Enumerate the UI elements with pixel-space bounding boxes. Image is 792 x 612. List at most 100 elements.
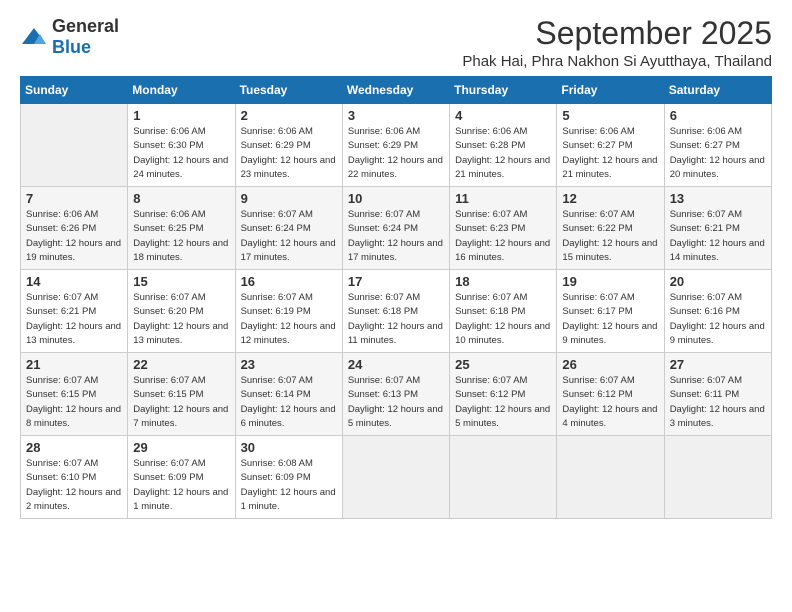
day-info: Sunrise: 6:07 AMSunset: 6:18 PMDaylight:… <box>455 291 551 348</box>
calendar-day-cell: 28 Sunrise: 6:07 AMSunset: 6:10 PMDayligh… <box>21 436 128 519</box>
day-info: Sunrise: 6:06 AMSunset: 6:30 PMDaylight:… <box>133 125 229 182</box>
day-info: Sunrise: 6:06 AMSunset: 6:27 PMDaylight:… <box>670 125 766 182</box>
day-number: 11 <box>455 191 551 206</box>
calendar-day-cell: 22 Sunrise: 6:07 AMSunset: 6:15 PMDayligh… <box>128 353 235 436</box>
calendar-day-cell: 3 Sunrise: 6:06 AMSunset: 6:29 PMDaylight… <box>342 104 449 187</box>
day-info: Sunrise: 6:07 AMSunset: 6:15 PMDaylight:… <box>26 374 122 431</box>
weekday-header-cell: Thursday <box>450 77 557 104</box>
weekday-header-cell: Wednesday <box>342 77 449 104</box>
calendar-day-cell: 9 Sunrise: 6:07 AMSunset: 6:24 PMDaylight… <box>235 187 342 270</box>
logo-text-general: General <box>52 16 119 36</box>
day-info: Sunrise: 6:06 AMSunset: 6:26 PMDaylight:… <box>26 208 122 265</box>
day-info: Sunrise: 6:07 AMSunset: 6:15 PMDaylight:… <box>133 374 229 431</box>
calendar-day-cell: 15 Sunrise: 6:07 AMSunset: 6:20 PMDayligh… <box>128 270 235 353</box>
weekday-header-cell: Tuesday <box>235 77 342 104</box>
day-info: Sunrise: 6:07 AMSunset: 6:13 PMDaylight:… <box>348 374 444 431</box>
day-info: Sunrise: 6:07 AMSunset: 6:11 PMDaylight:… <box>670 374 766 431</box>
day-number: 24 <box>348 357 444 372</box>
day-info: Sunrise: 6:07 AMSunset: 6:17 PMDaylight:… <box>562 291 658 348</box>
calendar-day-cell: 7 Sunrise: 6:06 AMSunset: 6:26 PMDaylight… <box>21 187 128 270</box>
calendar-day-cell: 26 Sunrise: 6:07 AMSunset: 6:12 PMDayligh… <box>557 353 664 436</box>
day-number: 3 <box>348 108 444 123</box>
day-number: 2 <box>241 108 337 123</box>
calendar-day-cell: 11 Sunrise: 6:07 AMSunset: 6:23 PMDayligh… <box>450 187 557 270</box>
calendar-day-cell: 4 Sunrise: 6:06 AMSunset: 6:28 PMDaylight… <box>450 104 557 187</box>
weekday-header-row: SundayMondayTuesdayWednesdayThursdayFrid… <box>21 77 772 104</box>
day-info: Sunrise: 6:07 AMSunset: 6:24 PMDaylight:… <box>241 208 337 265</box>
calendar-day-cell: 29Sunrise: 6:07 AMSunset: 6:09 PMDayligh… <box>128 436 235 519</box>
day-number: 16 <box>241 274 337 289</box>
page-header: General Blue September 2025 Phak Hai, Ph… <box>20 16 772 70</box>
day-info: Sunrise: 6:07 AMSunset: 6:20 PMDaylight:… <box>133 291 229 348</box>
calendar-day-cell: 16Sunrise: 6:07 AMSunset: 6:19 PMDayligh… <box>235 270 342 353</box>
day-number: 7 <box>26 191 122 206</box>
calendar-day-cell: 30Sunrise: 6:08 AMSunset: 6:09 PMDayligh… <box>235 436 342 519</box>
day-info: Sunrise: 6:07 AMSunset: 6:22 PMDaylight:… <box>562 208 658 265</box>
day-number: 22 <box>133 357 229 372</box>
calendar-day-cell: 6 Sunrise: 6:06 AMSunset: 6:27 PMDaylight… <box>664 104 771 187</box>
day-number: 4 <box>455 108 551 123</box>
day-info: Sunrise: 6:06 AMSunset: 6:29 PMDaylight:… <box>241 125 337 182</box>
day-info: Sunrise: 6:06 AMSunset: 6:27 PMDaylight:… <box>562 125 658 182</box>
calendar-day-cell: 25 Sunrise: 6:07 AMSunset: 6:12 PMDayligh… <box>450 353 557 436</box>
calendar-day-cell <box>21 104 128 187</box>
calendar-day-cell <box>664 436 771 519</box>
calendar-day-cell: 14Sunrise: 6:07 AMSunset: 6:21 PMDayligh… <box>21 270 128 353</box>
calendar-week-row: 14Sunrise: 6:07 AMSunset: 6:21 PMDayligh… <box>21 270 772 353</box>
calendar-day-cell: 17 Sunrise: 6:07 AMSunset: 6:18 PMDayligh… <box>342 270 449 353</box>
calendar-day-cell: 21 Sunrise: 6:07 AMSunset: 6:15 PMDayligh… <box>21 353 128 436</box>
day-number: 25 <box>455 357 551 372</box>
logo-text-blue: Blue <box>52 37 91 57</box>
day-number: 9 <box>241 191 337 206</box>
weekday-header-cell: Saturday <box>664 77 771 104</box>
day-number: 1 <box>133 108 229 123</box>
day-info: Sunrise: 6:07 AMSunset: 6:23 PMDaylight:… <box>455 208 551 265</box>
day-info: Sunrise: 6:08 AMSunset: 6:09 PMDaylight:… <box>241 457 337 514</box>
calendar-day-cell: 1 Sunrise: 6:06 AMSunset: 6:30 PMDaylight… <box>128 104 235 187</box>
day-info: Sunrise: 6:07 AMSunset: 6:18 PMDaylight:… <box>348 291 444 348</box>
calendar-day-cell: 10Sunrise: 6:07 AMSunset: 6:24 PMDayligh… <box>342 187 449 270</box>
calendar-day-cell <box>450 436 557 519</box>
calendar-week-row: 28 Sunrise: 6:07 AMSunset: 6:10 PMDayligh… <box>21 436 772 519</box>
day-info: Sunrise: 6:07 AMSunset: 6:21 PMDaylight:… <box>670 208 766 265</box>
day-info: Sunrise: 6:06 AMSunset: 6:25 PMDaylight:… <box>133 208 229 265</box>
day-number: 12 <box>562 191 658 206</box>
calendar-week-row: 21 Sunrise: 6:07 AMSunset: 6:15 PMDayligh… <box>21 353 772 436</box>
day-number: 28 <box>26 440 122 455</box>
calendar-week-row: 7 Sunrise: 6:06 AMSunset: 6:26 PMDaylight… <box>21 187 772 270</box>
day-info: Sunrise: 6:07 AMSunset: 6:10 PMDaylight:… <box>26 457 122 514</box>
day-number: 20 <box>670 274 766 289</box>
calendar-day-cell <box>557 436 664 519</box>
weekday-header-cell: Sunday <box>21 77 128 104</box>
day-number: 18 <box>455 274 551 289</box>
calendar-day-cell: 24 Sunrise: 6:07 AMSunset: 6:13 PMDayligh… <box>342 353 449 436</box>
day-number: 23 <box>241 357 337 372</box>
calendar-day-cell: 20Sunrise: 6:07 AMSunset: 6:16 PMDayligh… <box>664 270 771 353</box>
day-number: 26 <box>562 357 658 372</box>
day-number: 17 <box>348 274 444 289</box>
day-number: 10 <box>348 191 444 206</box>
day-info: Sunrise: 6:07 AMSunset: 6:12 PMDaylight:… <box>562 374 658 431</box>
title-block: September 2025 Phak Hai, Phra Nakhon Si … <box>462 16 772 70</box>
day-number: 21 <box>26 357 122 372</box>
day-info: Sunrise: 6:06 AMSunset: 6:28 PMDaylight:… <box>455 125 551 182</box>
calendar-day-cell <box>342 436 449 519</box>
calendar-week-row: 1 Sunrise: 6:06 AMSunset: 6:30 PMDaylight… <box>21 104 772 187</box>
day-info: Sunrise: 6:06 AMSunset: 6:29 PMDaylight:… <box>348 125 444 182</box>
weekday-header-cell: Friday <box>557 77 664 104</box>
day-number: 19 <box>562 274 658 289</box>
day-number: 15 <box>133 274 229 289</box>
day-info: Sunrise: 6:07 AMSunset: 6:12 PMDaylight:… <box>455 374 551 431</box>
day-number: 27 <box>670 357 766 372</box>
day-number: 5 <box>562 108 658 123</box>
calendar-day-cell: 18 Sunrise: 6:07 AMSunset: 6:18 PMDayligh… <box>450 270 557 353</box>
location-title: Phak Hai, Phra Nakhon Si Ayutthaya, Thai… <box>462 53 772 70</box>
calendar-day-cell: 5 Sunrise: 6:06 AMSunset: 6:27 PMDaylight… <box>557 104 664 187</box>
logo: General Blue <box>20 16 119 58</box>
day-number: 6 <box>670 108 766 123</box>
day-info: Sunrise: 6:07 AMSunset: 6:14 PMDaylight:… <box>241 374 337 431</box>
calendar-day-cell: 27 Sunrise: 6:07 AMSunset: 6:11 PMDayligh… <box>664 353 771 436</box>
day-number: 13 <box>670 191 766 206</box>
day-info: Sunrise: 6:07 AMSunset: 6:09 PMDaylight:… <box>133 457 229 514</box>
day-info: Sunrise: 6:07 AMSunset: 6:21 PMDaylight:… <box>26 291 122 348</box>
